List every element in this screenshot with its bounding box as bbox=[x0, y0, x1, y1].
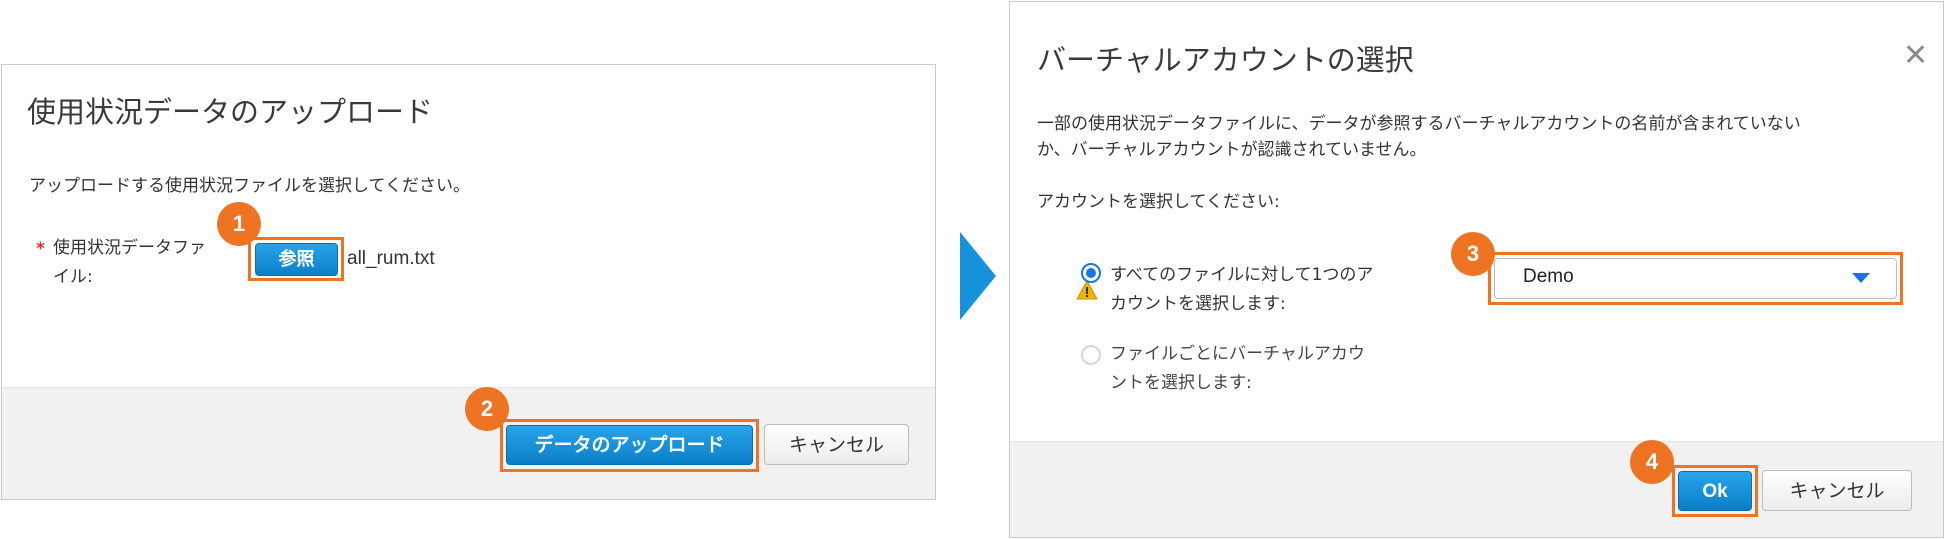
option-all-files-line1: すべてのファイルに対して1つのア bbox=[1110, 265, 1374, 285]
step-badge-2: 2 bbox=[465, 387, 509, 431]
dialog-title: 使用状況データのアップロード bbox=[27, 95, 434, 129]
dialog-title: バーチャルアカウントの選択 bbox=[1037, 43, 1414, 77]
close-icon[interactable]: ✕ bbox=[1903, 38, 1928, 73]
cancel-button[interactable]: キャンセル bbox=[1762, 470, 1912, 511]
message-line-1: 一部の使用状況データファイルに、データが参照するバーチャルアカウントの名前が含ま… bbox=[1037, 114, 1801, 134]
step-badge-3: 3 bbox=[1451, 232, 1495, 276]
browse-button[interactable]: 参照 bbox=[255, 243, 338, 276]
option-per-file-line2: ントを選択します: bbox=[1110, 373, 1252, 393]
warning-icon bbox=[1076, 280, 1098, 300]
next-arrow-icon bbox=[960, 232, 996, 320]
chevron-down-icon bbox=[1852, 273, 1870, 283]
account-select[interactable]: Demo bbox=[1494, 258, 1897, 299]
upload-usage-data-dialog: 使用状況データのアップロード アップロードする使用状況ファイルを選択してください… bbox=[1, 64, 936, 500]
upload-instruction: アップロードする使用状況ファイルを選択してください。 bbox=[29, 176, 470, 196]
radio-one-account-all-files[interactable] bbox=[1081, 263, 1101, 283]
upload-data-button[interactable]: データのアップロード bbox=[506, 425, 753, 465]
message-line-2: か、バーチャルアカウントが認識されていません。 bbox=[1037, 140, 1427, 160]
selected-file-name: all_rum.txt bbox=[347, 248, 435, 269]
file-label-line1: 使用状況データファ bbox=[53, 238, 206, 258]
cancel-button[interactable]: キャンセル bbox=[764, 424, 909, 465]
radio-account-per-file[interactable] bbox=[1081, 345, 1101, 365]
account-select-value: Demo bbox=[1523, 266, 1574, 287]
required-mark: * bbox=[36, 239, 45, 259]
option-per-file-line1: ファイルごとにバーチャルアカウ bbox=[1110, 344, 1365, 364]
file-label-line2: イル: bbox=[53, 267, 93, 287]
select-account-prompt: アカウントを選択してください: bbox=[1037, 192, 1280, 212]
ok-button[interactable]: Ok bbox=[1678, 471, 1752, 511]
option-all-files-line2: カウントを選択します: bbox=[1110, 294, 1286, 314]
dialog-footer: Ok キャンセル bbox=[1010, 441, 1943, 537]
step-badge-4: 4 bbox=[1630, 440, 1674, 484]
step-badge-1: 1 bbox=[217, 202, 261, 246]
